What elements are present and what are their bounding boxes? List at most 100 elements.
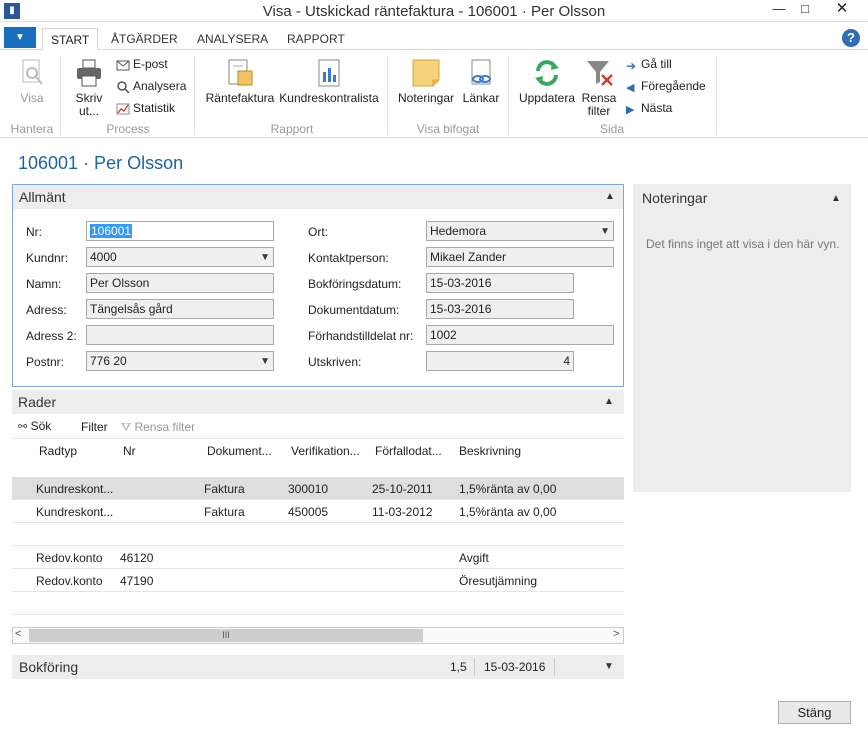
adress-field[interactable]: Tängelsås gård xyxy=(86,299,274,319)
chevron-down-icon[interactable]: ▼ xyxy=(260,353,270,371)
kundnr-label: Kundnr: xyxy=(26,251,69,265)
chevron-up-icon[interactable]: ▲ xyxy=(605,191,615,202)
nr-field[interactable]: 106001 xyxy=(86,221,274,241)
minimize-button[interactable]: — xyxy=(766,0,792,20)
rensa-filter-button[interactable]: Rensa filter xyxy=(580,58,618,118)
rantefaktura-button[interactable]: Räntefaktura xyxy=(204,58,276,105)
rensa-filter-grid-button[interactable]: ⛛ Rensa filter xyxy=(121,420,195,435)
email-button[interactable]: E-post xyxy=(116,57,168,71)
bokforingsdatum-field[interactable]: 15-03-2016 xyxy=(426,273,574,293)
lankar-button[interactable]: Länkar xyxy=(461,58,501,105)
postnr-label: Postnr: xyxy=(26,355,65,369)
scroll-left-arrow[interactable]: < xyxy=(15,628,21,640)
visa-label: Visa xyxy=(20,91,44,105)
forhandstilldelat-field[interactable]: 1002 xyxy=(426,325,614,345)
ribbon-separator xyxy=(716,56,717,134)
statistics-button[interactable]: Statistik xyxy=(116,101,175,115)
col-radtyp[interactable]: Radtyp xyxy=(39,444,77,458)
rensa-label-2: filter xyxy=(587,104,611,118)
col-beskrivning[interactable]: Beskrivning xyxy=(459,444,521,458)
table-row[interactable]: Redov.konto 47190 Öresutjämning xyxy=(12,569,624,592)
ort-field[interactable]: Hedemora ▼ xyxy=(426,221,614,241)
namn-label: Namn: xyxy=(26,277,62,291)
statistics-icon xyxy=(116,103,130,115)
col-dokumenttyp[interactable]: Dokument... xyxy=(207,444,272,458)
rader-header[interactable]: Rader xyxy=(12,390,624,414)
kundnr-field[interactable]: 4000 ▼ xyxy=(86,247,274,267)
allmant-header[interactable]: Allmänt xyxy=(13,185,623,209)
tab-atgarder[interactable]: ÅTGÄRDER xyxy=(111,28,178,50)
grid-divider xyxy=(12,438,624,439)
dokumentdatum-field[interactable]: 15-03-2016 xyxy=(426,299,574,319)
list-report-icon xyxy=(314,58,344,88)
help-icon[interactable]: ? xyxy=(842,29,860,47)
visa-button[interactable]: Visa xyxy=(12,58,52,105)
ribbon-separator xyxy=(194,56,195,134)
postnr-field[interactable]: 776 20 ▼ xyxy=(86,351,274,371)
chevron-down-icon[interactable]: ▼ xyxy=(600,223,610,241)
tab-start[interactable]: START xyxy=(42,28,99,50)
notes-header: Noteringar xyxy=(642,190,708,206)
page-title: 106001 · Per Olsson xyxy=(18,153,184,173)
ribbon-separator xyxy=(387,56,388,134)
note-icon xyxy=(411,58,441,88)
ort-label: Ort: xyxy=(308,225,328,239)
table-row[interactable]: Kundreskont... Faktura 300010 25-10-2011… xyxy=(12,477,624,500)
app-menu-button[interactable]: ▼ xyxy=(4,27,36,48)
close-window-button[interactable]: ✕ xyxy=(818,0,866,20)
clear-filter-icon: ⛛ xyxy=(121,420,132,434)
col-forfallodatum[interactable]: Förfallodat... xyxy=(375,444,442,458)
adress2-field[interactable] xyxy=(86,325,274,345)
group-visa-bifogat: Visa bifogat xyxy=(416,122,480,136)
table-row[interactable] xyxy=(12,523,624,546)
group-process: Process xyxy=(106,122,150,136)
group-rapport: Rapport xyxy=(270,122,314,136)
bokforing-header: Bokföring xyxy=(19,659,79,675)
nr-label: Nr: xyxy=(26,225,42,239)
view-icon xyxy=(17,58,47,88)
print-button[interactable]: Skriv ut... xyxy=(70,58,108,118)
group-hantera: Hantera xyxy=(10,122,54,136)
kundreskontralista-button[interactable]: Kundreskontralista xyxy=(279,58,379,105)
col-nr[interactable]: Nr xyxy=(123,444,136,458)
triangle-right-icon: ▶ xyxy=(626,103,635,116)
refresh-icon xyxy=(532,58,562,88)
analyze-icon xyxy=(116,81,130,94)
bokforingsdatum-label: Bokföringsdatum: xyxy=(308,277,402,291)
scroll-right-arrow[interactable]: > xyxy=(613,628,619,640)
notes-empty-text: Det finns inget att visa i den här vyn. xyxy=(646,237,840,251)
utskriven-label: Utskriven: xyxy=(308,355,362,369)
noteringar-button[interactable]: Noteringar xyxy=(396,58,456,105)
nasta-button[interactable]: ▶ Nästa xyxy=(626,101,672,116)
table-row[interactable]: Redov.konto 46120 Avgift xyxy=(12,546,624,569)
table-row[interactable]: Kundreskont... Faktura 450005 11-03-2012… xyxy=(12,500,624,523)
filter-button[interactable]: Filter xyxy=(81,420,108,434)
ga-till-button[interactable]: ➔ Gå till xyxy=(626,57,672,73)
chevron-up-icon[interactable]: ▲ xyxy=(604,396,614,407)
analyze-button[interactable]: Analysera xyxy=(116,79,186,94)
kontaktperson-field[interactable]: Mikael Zander xyxy=(426,247,614,267)
title-bar: ▮ Visa - Utskickad räntefaktura - 106001… xyxy=(0,0,868,22)
bokforing-fasttab[interactable]: Bokföring 1,5 15-03-2016 ▼ xyxy=(12,655,624,679)
adress2-label: Adress 2: xyxy=(26,329,77,343)
bokforing-value-2: 15-03-2016 xyxy=(484,660,546,674)
table-row[interactable] xyxy=(12,592,624,615)
chevron-up-icon[interactable]: ▲ xyxy=(831,193,841,204)
clear-filter-icon xyxy=(584,58,614,88)
chevron-down-icon[interactable]: ▼ xyxy=(604,661,614,672)
kundreskontralista-label: Kundreskontralista xyxy=(279,91,379,105)
maximize-button[interactable]: □ xyxy=(792,0,818,20)
uppdatera-button[interactable]: Uppdatera xyxy=(517,58,577,105)
stang-button[interactable]: Stäng xyxy=(778,701,851,724)
utskriven-field[interactable]: 4 xyxy=(426,351,574,371)
chevron-down-icon[interactable]: ▼ xyxy=(260,249,270,267)
col-verifikation[interactable]: Verifikation... xyxy=(291,444,360,458)
uppdatera-label: Uppdatera xyxy=(518,91,576,105)
sok-button[interactable]: ⚯ Sök xyxy=(18,419,51,433)
namn-field[interactable]: Per Olsson xyxy=(86,273,274,293)
horizontal-scrollbar[interactable]: < III > xyxy=(12,627,624,644)
scroll-thumb[interactable]: III xyxy=(29,629,423,642)
tab-analysera[interactable]: ANALYSERA xyxy=(197,28,268,50)
foregaende-button[interactable]: ◀ Föregående xyxy=(626,79,706,94)
tab-rapport[interactable]: RAPPORT xyxy=(287,28,345,50)
